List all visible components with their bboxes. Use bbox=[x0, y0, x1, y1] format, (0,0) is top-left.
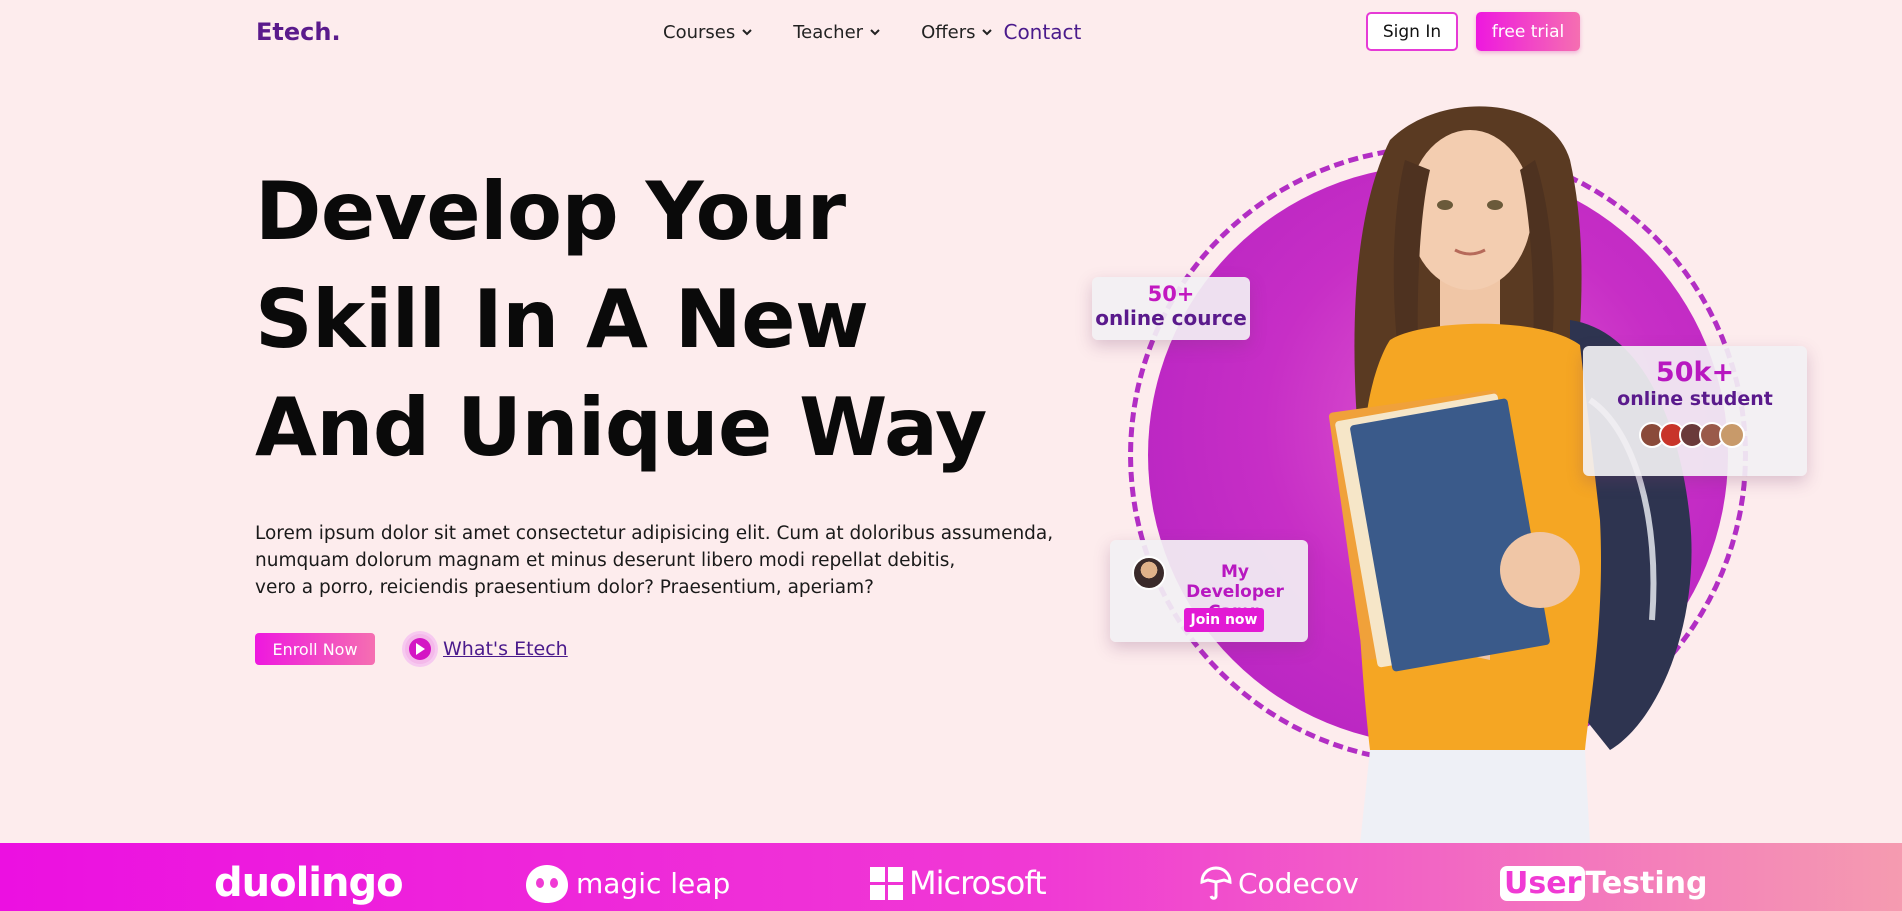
logo[interactable]: Etech. bbox=[256, 18, 341, 46]
microsoft-icon bbox=[870, 866, 903, 900]
developer-camp-card: My Developer Camp Join now bbox=[1110, 540, 1308, 642]
magic-leap-logo: magic leap bbox=[524, 860, 730, 906]
hero-description-line: vero a porro, reiciendis praesentium dol… bbox=[255, 577, 874, 598]
play-icon bbox=[405, 634, 435, 664]
chevron-down-icon bbox=[742, 29, 752, 36]
courses-count: 50+ bbox=[1147, 282, 1195, 306]
courses-stat-card: 50+ online cource bbox=[1092, 277, 1250, 340]
students-count: 50k+ bbox=[1655, 357, 1735, 388]
nav-item-label: Teacher bbox=[793, 21, 864, 43]
students-label: online student bbox=[1617, 388, 1773, 410]
nav-item-offers[interactable]: Offers bbox=[921, 22, 993, 43]
student-avatars bbox=[1583, 422, 1807, 448]
usertesting-logo: User Testing bbox=[1500, 860, 1708, 906]
nav-item-label: Courses bbox=[663, 21, 736, 43]
avatar bbox=[1719, 422, 1745, 448]
hero-title-line: And Unique Way bbox=[255, 381, 987, 474]
nav-item-teacher[interactable]: Teacher bbox=[793, 22, 881, 43]
duolingo-logo: duolingo bbox=[214, 860, 404, 906]
avatar bbox=[1132, 556, 1166, 590]
sign-in-button[interactable]: Sign In bbox=[1366, 12, 1458, 51]
hero-description-line: Lorem ipsum dolor sit amet consectetur a… bbox=[255, 523, 1054, 544]
nav-contact-link[interactable]: Contact bbox=[1003, 20, 1081, 44]
chevron-down-icon bbox=[982, 29, 993, 36]
codecov-logo: Codecov bbox=[1200, 860, 1359, 906]
join-now-button[interactable]: Join now bbox=[1184, 608, 1264, 632]
hero-title-line: Develop Your bbox=[255, 165, 846, 258]
hero-description: Lorem ipsum dolor sit amet consectetur a… bbox=[255, 520, 1054, 601]
enroll-now-button[interactable]: Enroll Now bbox=[255, 633, 375, 665]
hero-title: Develop Your Skill In A New And Unique W… bbox=[255, 158, 987, 482]
chevron-down-icon bbox=[870, 29, 880, 36]
hero-description-line: numquam dolorum magnam et minus deserunt… bbox=[255, 550, 956, 571]
free-trial-button[interactable]: free trial bbox=[1476, 12, 1580, 51]
microsoft-logo: Microsoft bbox=[870, 860, 1047, 906]
hero-title-line: Skill In A New bbox=[255, 273, 869, 366]
whats-etech-label: What's Etech bbox=[443, 638, 568, 660]
nav-item-label: Offers bbox=[921, 21, 976, 43]
students-stat-card: 50k+ online student bbox=[1583, 346, 1807, 476]
nav-item-courses[interactable]: Courses bbox=[663, 22, 753, 43]
whats-etech-link[interactable]: What's Etech bbox=[405, 633, 568, 665]
magic-leap-icon bbox=[526, 865, 568, 903]
umbrella-icon bbox=[1200, 866, 1232, 900]
main-nav: Courses Teacher Offers Contact bbox=[663, 20, 1081, 44]
courses-label: online cource bbox=[1095, 306, 1247, 330]
